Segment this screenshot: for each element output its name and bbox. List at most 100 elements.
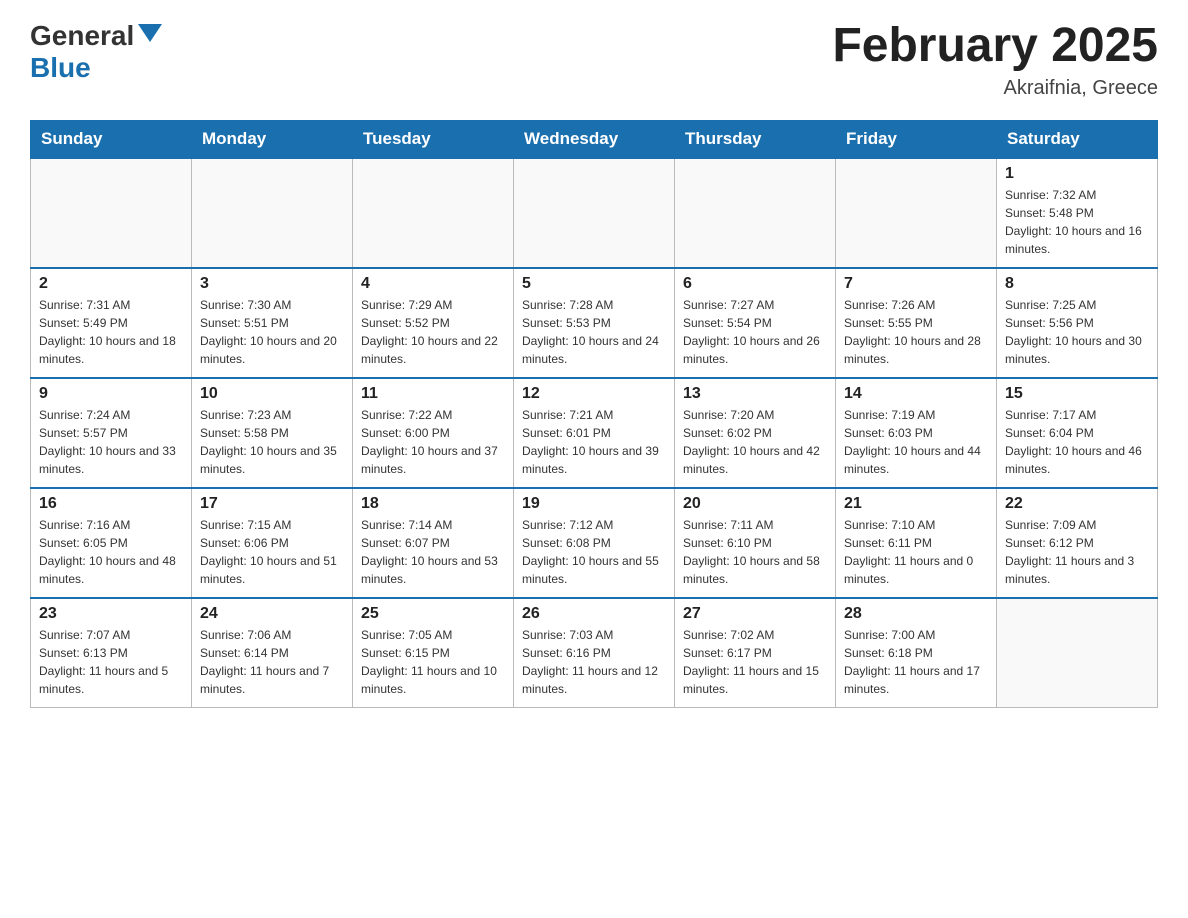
calendar-week-row: 2 Sunrise: 7:31 AM Sunset: 5:49 PM Daylig… [31,268,1158,378]
calendar-week-row: 1 Sunrise: 7:32 AM Sunset: 5:48 PM Daylig… [31,158,1158,268]
day-sun-info: Sunrise: 7:28 AM Sunset: 5:53 PM Dayligh… [522,296,666,368]
day-number: 25 [361,605,505,623]
page-header: General Blue February 2025 Akraifnia, Gr… [30,20,1158,100]
calendar-day-cell: 25 Sunrise: 7:05 AM Sunset: 6:15 PM Dayli… [353,598,514,708]
day-number: 16 [39,495,183,513]
day-sun-info: Sunrise: 7:24 AM Sunset: 5:57 PM Dayligh… [39,406,183,478]
day-number: 20 [683,495,827,513]
calendar-day-cell: 12 Sunrise: 7:21 AM Sunset: 6:01 PM Dayli… [514,378,675,488]
day-number: 22 [1005,495,1149,513]
day-sun-info: Sunrise: 7:15 AM Sunset: 6:06 PM Dayligh… [200,516,344,588]
calendar-day-cell: 27 Sunrise: 7:02 AM Sunset: 6:17 PM Dayli… [675,598,836,708]
day-of-week-header: Monday [192,120,353,158]
calendar-day-cell [997,598,1158,708]
calendar-day-cell: 20 Sunrise: 7:11 AM Sunset: 6:10 PM Dayli… [675,488,836,598]
day-number: 27 [683,605,827,623]
calendar-week-row: 23 Sunrise: 7:07 AM Sunset: 6:13 PM Dayli… [31,598,1158,708]
day-number: 10 [200,385,344,403]
calendar-day-cell: 17 Sunrise: 7:15 AM Sunset: 6:06 PM Dayli… [192,488,353,598]
day-sun-info: Sunrise: 7:21 AM Sunset: 6:01 PM Dayligh… [522,406,666,478]
day-number: 12 [522,385,666,403]
calendar-day-cell: 15 Sunrise: 7:17 AM Sunset: 6:04 PM Dayli… [997,378,1158,488]
calendar-day-cell: 11 Sunrise: 7:22 AM Sunset: 6:00 PM Dayli… [353,378,514,488]
day-sun-info: Sunrise: 7:29 AM Sunset: 5:52 PM Dayligh… [361,296,505,368]
calendar-day-cell: 4 Sunrise: 7:29 AM Sunset: 5:52 PM Daylig… [353,268,514,378]
day-number: 26 [522,605,666,623]
day-sun-info: Sunrise: 7:25 AM Sunset: 5:56 PM Dayligh… [1005,296,1149,368]
day-number: 17 [200,495,344,513]
day-number: 14 [844,385,988,403]
logo: General Blue [30,20,162,84]
day-sun-info: Sunrise: 7:19 AM Sunset: 6:03 PM Dayligh… [844,406,988,478]
calendar-day-cell: 7 Sunrise: 7:26 AM Sunset: 5:55 PM Daylig… [836,268,997,378]
day-sun-info: Sunrise: 7:14 AM Sunset: 6:07 PM Dayligh… [361,516,505,588]
calendar-day-cell: 26 Sunrise: 7:03 AM Sunset: 6:16 PM Dayli… [514,598,675,708]
day-sun-info: Sunrise: 7:03 AM Sunset: 6:16 PM Dayligh… [522,626,666,698]
day-number: 2 [39,275,183,293]
day-sun-info: Sunrise: 7:02 AM Sunset: 6:17 PM Dayligh… [683,626,827,698]
calendar-day-cell: 22Sunrise: 7:09 AM Sunset: 6:12 PM Dayli… [997,488,1158,598]
day-number: 19 [522,495,666,513]
day-number: 8 [1005,275,1149,293]
day-sun-info: Sunrise: 7:17 AM Sunset: 6:04 PM Dayligh… [1005,406,1149,478]
day-number: 18 [361,495,505,513]
day-sun-info: Sunrise: 7:26 AM Sunset: 5:55 PM Dayligh… [844,296,988,368]
day-sun-info: Sunrise: 7:30 AM Sunset: 5:51 PM Dayligh… [200,296,344,368]
calendar-header-row: SundayMondayTuesdayWednesdayThursdayFrid… [31,120,1158,158]
day-sun-info: Sunrise: 7:00 AM Sunset: 6:18 PM Dayligh… [844,626,988,698]
day-number: 15 [1005,385,1149,403]
day-number: 3 [200,275,344,293]
calendar-week-row: 9 Sunrise: 7:24 AM Sunset: 5:57 PM Daylig… [31,378,1158,488]
day-sun-info: Sunrise: 7:31 AM Sunset: 5:49 PM Dayligh… [39,296,183,368]
day-sun-info: Sunrise: 7:10 AM Sunset: 6:11 PM Dayligh… [844,516,988,588]
calendar-day-cell [353,158,514,268]
month-title: February 2025 [832,20,1158,73]
calendar-day-cell: 24Sunrise: 7:06 AM Sunset: 6:14 PM Dayli… [192,598,353,708]
day-number: 6 [683,275,827,293]
day-sun-info: Sunrise: 7:11 AM Sunset: 6:10 PM Dayligh… [683,516,827,588]
day-of-week-header: Wednesday [514,120,675,158]
calendar-day-cell: 28 Sunrise: 7:00 AM Sunset: 6:18 PM Dayli… [836,598,997,708]
day-number: 24 [200,605,344,623]
calendar-day-cell [675,158,836,268]
day-number: 23 [39,605,183,623]
logo-blue-text: Blue [30,52,91,84]
calendar-day-cell: 19 Sunrise: 7:12 AM Sunset: 6:08 PM Dayli… [514,488,675,598]
location-text: Akraifnia, Greece [832,77,1158,100]
day-of-week-header: Sunday [31,120,192,158]
calendar-day-cell: 13Sunrise: 7:20 AM Sunset: 6:02 PM Dayli… [675,378,836,488]
title-section: February 2025 Akraifnia, Greece [832,20,1158,100]
day-number: 21 [844,495,988,513]
day-sun-info: Sunrise: 7:22 AM Sunset: 6:00 PM Dayligh… [361,406,505,478]
calendar-day-cell: 16Sunrise: 7:16 AM Sunset: 6:05 PM Dayli… [31,488,192,598]
calendar-week-row: 16Sunrise: 7:16 AM Sunset: 6:05 PM Dayli… [31,488,1158,598]
day-number: 4 [361,275,505,293]
logo-arrow-icon [138,24,162,42]
day-sun-info: Sunrise: 7:07 AM Sunset: 6:13 PM Dayligh… [39,626,183,698]
day-number: 7 [844,275,988,293]
day-of-week-header: Tuesday [353,120,514,158]
day-sun-info: Sunrise: 7:27 AM Sunset: 5:54 PM Dayligh… [683,296,827,368]
day-sun-info: Sunrise: 7:20 AM Sunset: 6:02 PM Dayligh… [683,406,827,478]
day-number: 11 [361,385,505,403]
day-of-week-header: Friday [836,120,997,158]
calendar-day-cell: 6 Sunrise: 7:27 AM Sunset: 5:54 PM Daylig… [675,268,836,378]
day-sun-info: Sunrise: 7:32 AM Sunset: 5:48 PM Dayligh… [1005,186,1149,258]
day-number: 5 [522,275,666,293]
calendar-day-cell [31,158,192,268]
calendar-day-cell: 2 Sunrise: 7:31 AM Sunset: 5:49 PM Daylig… [31,268,192,378]
calendar-day-cell: 8 Sunrise: 7:25 AM Sunset: 5:56 PM Daylig… [997,268,1158,378]
calendar-day-cell: 23 Sunrise: 7:07 AM Sunset: 6:13 PM Dayli… [31,598,192,708]
calendar-day-cell: 3 Sunrise: 7:30 AM Sunset: 5:51 PM Daylig… [192,268,353,378]
day-sun-info: Sunrise: 7:05 AM Sunset: 6:15 PM Dayligh… [361,626,505,698]
calendar-day-cell [836,158,997,268]
calendar-day-cell: 1 Sunrise: 7:32 AM Sunset: 5:48 PM Daylig… [997,158,1158,268]
day-number: 1 [1005,165,1149,183]
calendar-day-cell: 18 Sunrise: 7:14 AM Sunset: 6:07 PM Dayli… [353,488,514,598]
day-number: 9 [39,385,183,403]
calendar-day-cell: 10Sunrise: 7:23 AM Sunset: 5:58 PM Dayli… [192,378,353,488]
day-sun-info: Sunrise: 7:12 AM Sunset: 6:08 PM Dayligh… [522,516,666,588]
day-number: 28 [844,605,988,623]
logo-general-text: General [30,20,134,52]
calendar-day-cell: 5 Sunrise: 7:28 AM Sunset: 5:53 PM Daylig… [514,268,675,378]
